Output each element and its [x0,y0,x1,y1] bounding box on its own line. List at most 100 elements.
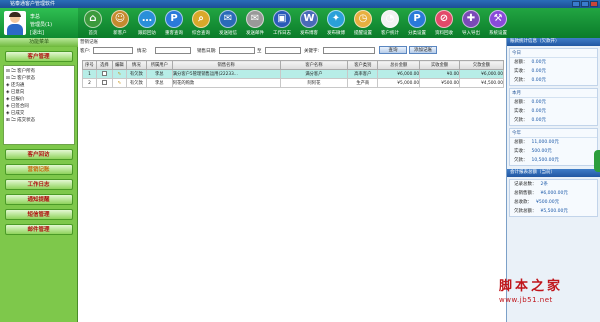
stats-value: 500.00元 [531,149,552,154]
logout-link[interactable]: [退出] [30,29,44,36]
edit-icon[interactable]: ✎ [118,72,122,77]
toolbar-button-14[interactable]: ✚ 导入导出 [458,9,484,38]
table-cell[interactable] [95,69,113,79]
table-cell: 2 [82,78,97,88]
stats-section: 本月 总额： 0.00元 实收： 0.00元 欠款： 0.00元 [509,88,598,126]
toolbar-button-12[interactable]: P 分类设置 [404,9,430,38]
toolbar-button-9[interactable]: ✦ 发布微博 [323,9,349,38]
column-header[interactable]: 客户类别 [347,60,379,70]
stats-row: 实收： 0.00元 [510,107,597,116]
toolbar-label: 发布博客 [300,31,318,36]
tree-node[interactable]: ◈ 已成交 [6,110,72,117]
empty-row [83,151,504,160]
stats-value: 0.00元 [531,69,547,74]
toolbar-button-0[interactable]: ⌂ 首页 [80,9,106,38]
tree-node[interactable]: ⊟ 🗀 客户状态 [6,75,72,82]
stats-value: 0.00元 [531,60,547,65]
toolbar-button-8[interactable]: W 发布博客 [296,9,322,38]
home-icon: ⌂ [84,10,102,28]
tree-node[interactable]: ⊞ 🗀 成交状态 [6,117,72,124]
query-button[interactable]: 查询 [379,46,407,54]
column-header[interactable]: 总价金额 [377,60,421,70]
tree-node[interactable]: ⊟ 🗀 客户所有 [6,68,72,75]
keyword-input[interactable] [323,47,375,54]
table-cell: ¥6,000.00 [459,69,504,79]
status-select[interactable] [155,47,191,54]
summary-row: 欠款总额： ¥5,500.00元 [510,207,597,216]
sidebar-button-customer-visit[interactable]: 客户回访 [4,149,73,160]
sidebar-button-notify[interactable]: 通知提醒 [4,194,73,205]
toolbar-button-7[interactable]: ▣ 工作日志 [269,9,295,38]
close-icon[interactable] [590,1,598,7]
column-header[interactable]: 客户名称 [279,60,349,70]
sidebar-button-sales-accounting[interactable]: 营销记账 [4,164,73,175]
column-header[interactable]: 欠款金额 [459,60,504,70]
row-checkbox[interactable] [101,79,107,85]
empty-row [83,88,504,97]
tree-node[interactable]: ◈ 已意向 [6,89,72,96]
stats-row: 总额： 11,000.00元 [510,138,597,147]
stats-label: 总额： [514,100,528,105]
tree-node[interactable]: ◈ 还沟通 [6,82,72,89]
toolbar-button-5[interactable]: ✉ 发送短信 [215,9,241,38]
column-header[interactable]: 编辑 [111,60,127,70]
table-row[interactable]: 1 ✎ 有欠款 李总 满分客户5管理销售运用(22233... 满分客户 高率客户 ¥6,00… [82,69,504,79]
empty-row [83,241,504,250]
side-collapse-handle[interactable] [594,150,600,172]
empty-row [83,250,504,259]
sidebar-button-work-log[interactable]: 工作日志 [4,179,73,190]
mail-icon: ✉ [246,10,264,28]
table-cell[interactable]: ✎ [111,69,127,79]
tree-node[interactable]: ◈ 已签合同 [6,103,72,110]
add-record-button[interactable]: 添加记账 [409,46,437,54]
user-name: 李总 [30,14,41,20]
date-to-input[interactable] [265,47,301,54]
query-icon: P [165,10,183,28]
stats-row: 总额： 0.00元 [510,98,597,107]
table-cell: 李总 [145,78,173,88]
summary-value: ¥500.00元 [536,200,560,205]
column-header[interactable]: 序号 [82,60,97,70]
block-icon: ⊘ [435,10,453,28]
monitor-icon: ▣ [273,10,291,28]
table-row[interactable]: 2 ✎ 有欠款 李总 阿花的购款 阿阿花 生产商 ¥5,000.00 ¥500.00 ¥4,500… [82,78,504,88]
empty-row [83,232,504,241]
maximize-icon[interactable] [581,1,589,7]
column-header[interactable]: 选择 [95,60,113,70]
customer-select[interactable] [93,47,133,54]
toolbar-label: 资料回收 [435,31,453,36]
column-header[interactable]: 情况 [125,60,147,70]
stats-value: 0.00元 [531,109,547,114]
column-header[interactable]: 实收金额 [419,60,461,70]
toolbar-button-2[interactable]: … 跟踪回访 [134,9,160,38]
sidebar-button-customer-manage[interactable]: 客户管理 [4,51,73,62]
column-header[interactable]: 销售名称 [171,60,281,70]
main-panel: 营销记账 客户: 情况: 销售日期: 至 关键字: 查询 添加记账 序号 选择 编辑… [79,38,505,322]
toolbar-button-10[interactable]: ◷ 提醒设置 [350,9,376,38]
stats-row: 欠款： 0.00元 [510,76,597,85]
toolbar-button-1[interactable]: ☺ 新客户 [107,9,133,38]
stats-panel-title: 账款统计信息（欠款开） [507,38,600,46]
table-cell[interactable] [95,78,113,88]
toolbar-label: 新客户 [113,31,127,36]
toolbar-button-13[interactable]: ⊘ 资料回收 [431,9,457,38]
toolbar-button-11[interactable]: ◔ 客户统计 [377,9,403,38]
user-role: 管理员(1) [30,22,53,28]
sidebar: 功能菜单 客户管理 ⊟ 🗀 客户所有 ⊟ 🗀 客户状态 ◈ 还沟通 ◈ 已意向 ◈… [0,38,78,322]
sidebar-button-email[interactable]: 邮件管理 [4,224,73,235]
column-header[interactable]: 所属用户 [145,60,173,70]
edit-icon[interactable]: ✎ [118,81,122,86]
toolbar-button-15[interactable]: ⚒ 系统设置 [485,9,511,38]
toolbar-label: 首页 [88,31,98,36]
toolbar-button-6[interactable]: ✉ 发送邮件 [242,9,268,38]
toolbar-button-4[interactable]: ⌕ 综合查询 [188,9,214,38]
tree-node[interactable]: ◈ 已报价 [6,96,72,103]
table-cell[interactable]: ✎ [111,78,127,88]
row-checkbox[interactable] [101,70,107,76]
date-from-input[interactable] [219,47,255,54]
minimize-icon[interactable] [572,1,580,7]
summary-label: 欠款总额： [514,209,537,214]
sidebar-button-sms[interactable]: 短信管理 [4,209,73,220]
toolbar-button-3[interactable]: P 重客查询 [161,9,187,38]
toolbar-label: 综合查询 [192,31,210,36]
